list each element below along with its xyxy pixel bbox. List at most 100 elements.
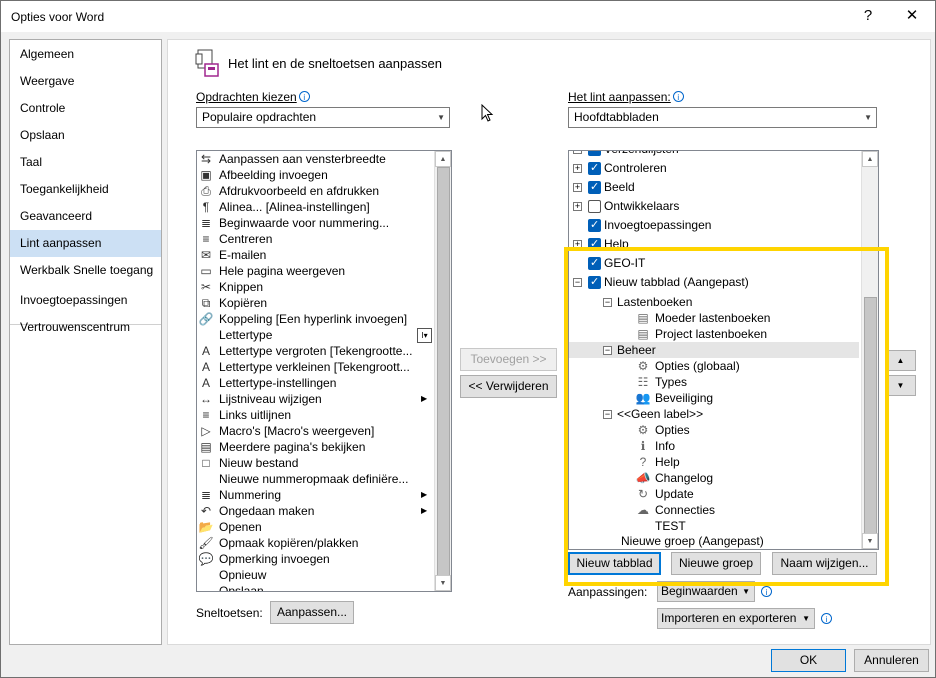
command-item[interactable]: ≣ Nummering ▶ — [197, 487, 433, 503]
choose-commands-combo[interactable]: Populaire opdrachten ▼ — [196, 107, 450, 128]
command-icon: ▣ — [200, 168, 212, 182]
cancel-button[interactable]: Annuleren — [854, 649, 929, 672]
add-button[interactable]: Toevoegen >> — [460, 348, 557, 371]
tab-checkbox[interactable] — [588, 179, 601, 195]
command-icon: A — [201, 360, 210, 374]
scroll-down-icon[interactable]: ▼ — [435, 575, 451, 591]
nav-item[interactable]: Toegankelijkheid — [10, 176, 161, 203]
command-label: Opmaak kopiëren/plakken — [219, 536, 359, 550]
command-item[interactable]: ▷ Macro's [Macro's weergeven] — [197, 423, 433, 439]
move-up-button[interactable]: ▲ — [885, 350, 916, 371]
nav-item[interactable]: Algemeen — [10, 41, 161, 68]
command-icon: 📂 — [198, 520, 214, 534]
command-item[interactable]: ≡ Links uitlijnen — [197, 407, 433, 423]
tab-checkbox[interactable] — [588, 151, 601, 157]
ribbon-tabs-combo[interactable]: Hoofdtabbladen ▼ — [568, 107, 877, 128]
command-item[interactable]: ▣ Afbeelding invoegen — [197, 167, 433, 183]
expand-icon[interactable]: + — [573, 183, 582, 192]
command-label: Opslaan — [219, 584, 264, 592]
expand-icon[interactable]: + — [573, 151, 582, 154]
nav-item[interactable]: Opslaan — [10, 122, 161, 149]
move-down-button[interactable]: ▼ — [885, 375, 916, 396]
command-icon — [198, 567, 214, 583]
nav-item[interactable]: Controle — [10, 95, 161, 122]
command-item[interactable]: ▭ Hele pagina weergeven — [197, 263, 433, 279]
tab-checkbox[interactable] — [588, 217, 601, 233]
command-icon: ≣ — [200, 488, 212, 502]
command-item[interactable]: ↶ Ongedaan maken ▶ — [197, 503, 433, 519]
command-item[interactable]: ⇆ Aanpassen aan vensterbreedte — [197, 151, 433, 167]
help-button[interactable]: ? — [857, 6, 879, 26]
command-label: Macro's [Macro's weergeven] — [219, 424, 375, 438]
customize-ribbon-label: Het lint aanpassen: i — [568, 90, 684, 104]
nav-item[interactable]: Invoegtoepassingen — [10, 287, 161, 314]
tree-node[interactable]: + Ontwikkelaars — [569, 198, 859, 214]
command-icon: ≡ — [202, 232, 210, 246]
close-button[interactable]: ✕ — [901, 6, 923, 26]
command-item[interactable]: ✉ E-mailen — [197, 247, 433, 263]
tab-checkbox[interactable] — [588, 200, 601, 213]
command-item[interactable]: 💬 Opmerking invoegen — [197, 551, 433, 567]
nav-item[interactable]: Weergave — [10, 68, 161, 95]
title-bar: Opties voor Word ? ✕ — [1, 1, 935, 32]
submenu-arrow-icon: ▶ — [421, 490, 428, 499]
tab-checkbox[interactable] — [588, 160, 601, 176]
command-label: Nummering — [219, 488, 282, 502]
command-item[interactable]: 🖌 Opmaak kopiëren/plakken — [197, 535, 433, 551]
import-export-dropdown[interactable]: Importeren en exporteren ▼ — [657, 608, 815, 629]
command-item[interactable]: A Lettertype-instellingen — [197, 375, 433, 391]
highlight-box — [564, 247, 889, 586]
add-button-text: Toevoegen >> — [470, 352, 547, 366]
command-icon: 💬 — [198, 552, 214, 566]
remove-button[interactable]: << Verwijderen — [460, 375, 557, 398]
command-item[interactable]: ▤ Meerdere pagina's bekijken — [197, 439, 433, 455]
shortcuts-customize-button[interactable]: Aanpassen... — [270, 601, 354, 624]
commands-scrollbar[interactable]: ▲ ▼ — [434, 151, 451, 591]
tree-node[interactable]: + Beeld — [569, 179, 859, 195]
command-item[interactable]: ¶ Alinea... [Alinea-instellingen] — [197, 199, 433, 215]
command-item[interactable]: □ Nieuw bestand — [197, 455, 433, 471]
command-item[interactable]: ▬ Opslaan — [197, 583, 433, 592]
command-item[interactable]: ✂ Knippen — [197, 279, 433, 295]
command-icon: A — [201, 376, 210, 390]
command-label: Beginwaarde voor nummering... — [219, 216, 390, 230]
command-item[interactable]: 📂 Openen — [197, 519, 433, 535]
triangle-down-icon: ▼ — [896, 381, 905, 390]
command-item[interactable]: A Lettertype vergroten [Tekengrootte... — [197, 343, 433, 359]
command-label: Opnieuw — [219, 568, 267, 582]
page-title: Het lint en de sneltoetsen aanpassen — [228, 56, 442, 71]
expand-icon[interactable]: + — [573, 164, 582, 173]
nav-item[interactable]: Geavanceerd — [10, 203, 161, 230]
command-item[interactable]: Opnieuw — [197, 567, 433, 583]
command-label: Centreren — [219, 232, 273, 246]
command-item[interactable]: A Lettertype verkleinen [Tekengroott... — [197, 359, 433, 375]
command-icon: 🖌 — [198, 536, 214, 550]
nav-item[interactable]: Werkbalk Snelle toegang — [10, 257, 161, 284]
command-item[interactable]: ↔ Lijstniveau wijzigen ▶ — [197, 391, 433, 407]
nav-item[interactable]: Taal — [10, 149, 161, 176]
tree-node[interactable]: + Controleren — [569, 160, 859, 176]
command-item[interactable]: Lettertype I▾ — [197, 327, 433, 343]
command-icon: ⇆ — [200, 152, 212, 166]
commands-list[interactable]: ▬ Opslaan Opnieuw 💬 Opmerking invoegen 🖌 Opmaa… — [196, 150, 452, 592]
expand-icon[interactable]: + — [573, 202, 582, 211]
tree-node-label: Beeld — [604, 180, 635, 194]
tree-node[interactable]: Invoegtoepassingen — [569, 217, 859, 233]
scroll-up-icon[interactable]: ▲ — [862, 151, 878, 167]
nav-item[interactable]: Vertrouwenscentrum — [10, 314, 161, 341]
tree-node[interactable]: + Verzendlijsten — [569, 151, 859, 157]
command-item[interactable]: ⧉ Kopiëren — [197, 295, 433, 311]
ok-button[interactable]: OK — [771, 649, 846, 672]
nav-item[interactable]: Lint aanpassen — [10, 230, 161, 257]
command-item[interactable]: ⎙ Afdrukvoorbeeld en afdrukken — [197, 183, 433, 199]
command-item[interactable]: 🔗 Koppeling [Een hyperlink invoegen] — [197, 311, 433, 327]
command-item[interactable]: Nieuwe nummeropmaak definiëre... — [197, 471, 433, 487]
scroll-up-icon[interactable]: ▲ — [435, 151, 451, 167]
command-label: Afbeelding invoegen — [219, 168, 328, 182]
command-item[interactable]: ≣ Beginwaarde voor nummering... — [197, 215, 433, 231]
command-icon: 🔗 — [198, 312, 214, 326]
choose-commands-label: Opdrachten kiezen i — [196, 90, 310, 104]
tree-node-label: Ontwikkelaars — [604, 199, 680, 213]
scroll-thumb[interactable] — [437, 167, 450, 577]
command-item[interactable]: ≡ Centreren — [197, 231, 433, 247]
